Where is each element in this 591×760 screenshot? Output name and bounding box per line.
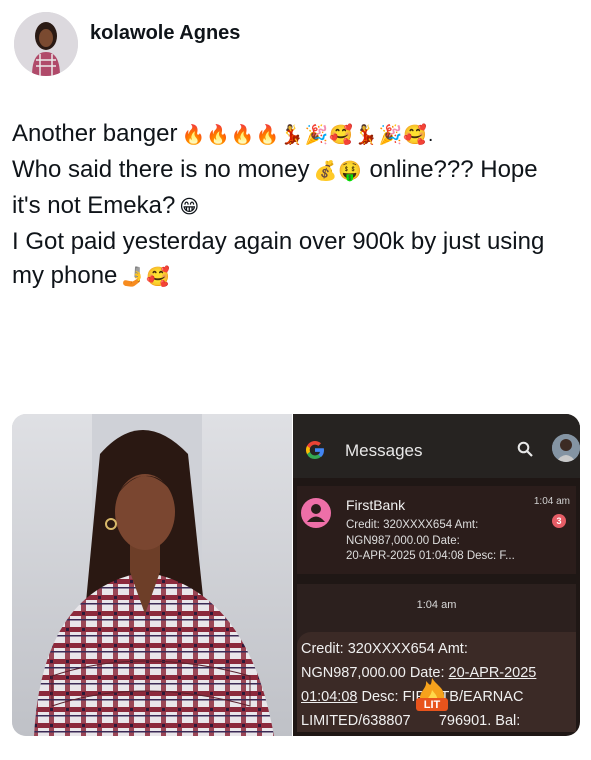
messages-app-bar: Messages — [293, 414, 580, 478]
emoji-group: 🔥🔥🔥🔥💃🎉🥰💃🎉🥰. — [181, 125, 435, 146]
author-avatar[interactable] — [14, 12, 78, 76]
bubble-line-1: Credit: 320XXXX654 Amt: — [301, 641, 468, 657]
svg-text:LIT: LIT — [424, 699, 441, 711]
emoji-group: 💰🤑 — [313, 161, 363, 182]
tweet-line-4: I Got paid yesterday again over 900k by … — [12, 228, 545, 255]
emoji-group: 😁 — [179, 197, 201, 218]
thread-time: 1:04 am — [533, 496, 570, 507]
messages-title: Messages — [345, 441, 423, 460]
tweet-header: kolawole Agnes — [14, 12, 240, 76]
time-link: 01:04:08 — [301, 689, 358, 705]
account-avatar-icon[interactable] — [552, 434, 580, 462]
contact-avatar-icon — [301, 498, 331, 528]
message-thread-firstbank[interactable]: FirstBank 1:04 am 3 Credit: 320XXXX654 A… — [297, 486, 576, 574]
tweet-line-5: my phone 🤳🥰 — [12, 262, 171, 289]
sender-name: FirstBank — [346, 497, 406, 513]
tweet-line-3: it's not Emeka? 😁 — [12, 192, 201, 219]
tweet-photo-portrait[interactable] — [12, 414, 292, 736]
author-avatar-image — [14, 12, 78, 76]
lit-fire-sticker-icon: LIT — [411, 676, 453, 719]
emoji-group: 🤳🥰 — [121, 267, 171, 288]
message-snippet: Credit: 320XXXX654 Amt: NGN987,000.00 Da… — [346, 519, 515, 562]
tweet-line-1: Another banger 🔥🔥🔥🔥💃🎉🥰💃🎉🥰. — [12, 120, 435, 147]
google-logo-icon — [303, 438, 327, 469]
conversation-view: 1:04 am Credit: 320XXXX654 Amt: NGN987,0… — [297, 584, 576, 732]
messages-screenshot[interactable]: Messages FirstBank 1:04 am 3 Credit: 320… — [293, 414, 580, 736]
author-name[interactable]: kolawole Agnes — [90, 22, 240, 45]
portrait-image — [12, 414, 292, 736]
tweet-text: Another banger 🔥🔥🔥🔥💃🎉🥰💃🎉🥰. Who said there… — [12, 117, 582, 295]
date-link: 20-APR-2025 — [448, 665, 537, 681]
search-icon[interactable] — [517, 441, 533, 462]
message-timestamp: 1:04 am — [416, 599, 457, 611]
tweet-line-2: Who said there is no money 💰🤑 online??? H… — [12, 156, 538, 183]
